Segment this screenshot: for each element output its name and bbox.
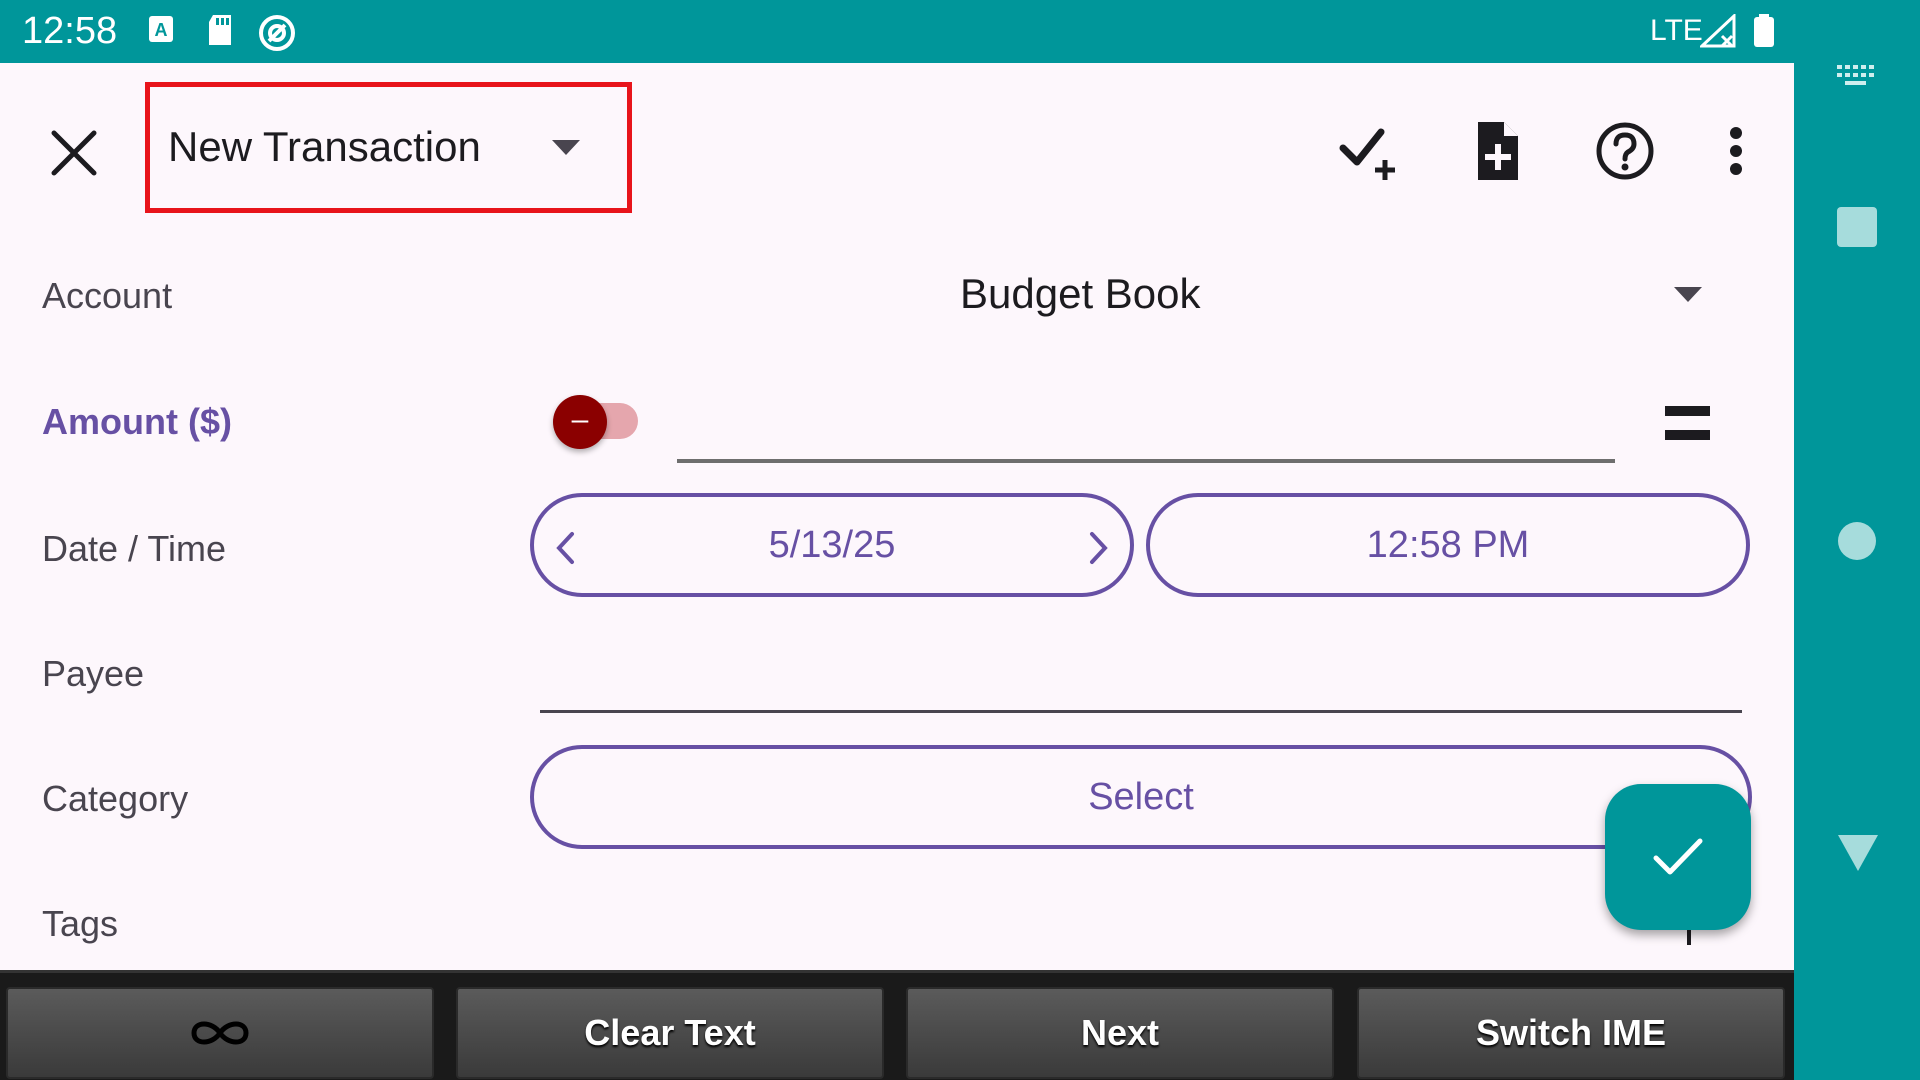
a-notification-icon: A — [149, 16, 173, 42]
help-icon[interactable] — [1592, 118, 1658, 184]
next-date-icon[interactable] — [1088, 531, 1110, 565]
amount-input[interactable] — [677, 393, 1615, 459]
home-circle-icon[interactable] — [1838, 522, 1876, 560]
infinity-key[interactable] — [6, 987, 434, 1079]
more-vert-icon[interactable] — [1705, 118, 1771, 184]
category-label: Category — [42, 778, 189, 819]
network-type: LTE — [1650, 14, 1703, 47]
save-fab[interactable] — [1605, 784, 1751, 930]
dropdown-caret-icon — [552, 140, 580, 155]
close-icon[interactable] — [46, 125, 102, 181]
category-select-label: Select — [1088, 775, 1194, 818]
sign-toggle-thumb[interactable]: – — [553, 395, 607, 449]
payee-underline — [540, 710, 1742, 713]
payee-input[interactable] — [540, 643, 1742, 709]
signal-icon — [1700, 14, 1736, 48]
switch-ime-key[interactable]: Switch IME — [1357, 987, 1785, 1079]
battery-icon — [1754, 14, 1774, 47]
calculator-equals-icon[interactable] — [1665, 406, 1710, 440]
check-icon — [1653, 838, 1703, 875]
date-value: 5/13/25 — [768, 523, 896, 566]
page-title: New Transaction — [168, 123, 481, 170]
add-document-icon[interactable] — [1464, 118, 1530, 184]
keyboard-icon[interactable] — [1835, 63, 1879, 87]
category-select-button[interactable]: Select — [530, 745, 1752, 849]
account-label: Account — [42, 275, 173, 316]
time-button[interactable]: 12:58 PM — [1146, 493, 1750, 597]
account-value: Budget Book — [960, 270, 1201, 317]
sd-card-icon — [209, 15, 231, 45]
amount-underline — [677, 459, 1615, 463]
previous-date-icon[interactable] — [554, 531, 576, 565]
time-value: 12:58 PM — [1366, 523, 1530, 566]
sync-icon — [259, 15, 295, 51]
keyboard-action-bar: Clear Text Next Switch IME — [0, 970, 1794, 1080]
status-bar: 12:58 A LTE — [0, 0, 1920, 63]
next-key[interactable]: Next — [906, 987, 1334, 1079]
payee-label: Payee — [42, 653, 145, 694]
date-button[interactable]: 5/13/25 — [530, 493, 1134, 597]
amount-label: Amount ($) — [42, 401, 232, 442]
infinity-icon — [191, 1021, 249, 1045]
recents-square-icon[interactable] — [1837, 207, 1877, 247]
status-time: 12:58 — [22, 10, 118, 52]
account-caret-icon — [1674, 287, 1702, 302]
svg-text:A: A — [155, 20, 168, 40]
tags-label: Tags — [42, 903, 119, 944]
back-triangle-icon[interactable] — [1836, 833, 1880, 873]
save-and-new-icon[interactable] — [1337, 118, 1403, 184]
clear-text-key[interactable]: Clear Text — [456, 987, 884, 1079]
navigation-bar — [1794, 63, 1920, 1080]
datetime-label: Date / Time — [42, 528, 227, 569]
transaction-form-screen: New Transaction Account Budget Book Amou… — [0, 63, 1794, 970]
